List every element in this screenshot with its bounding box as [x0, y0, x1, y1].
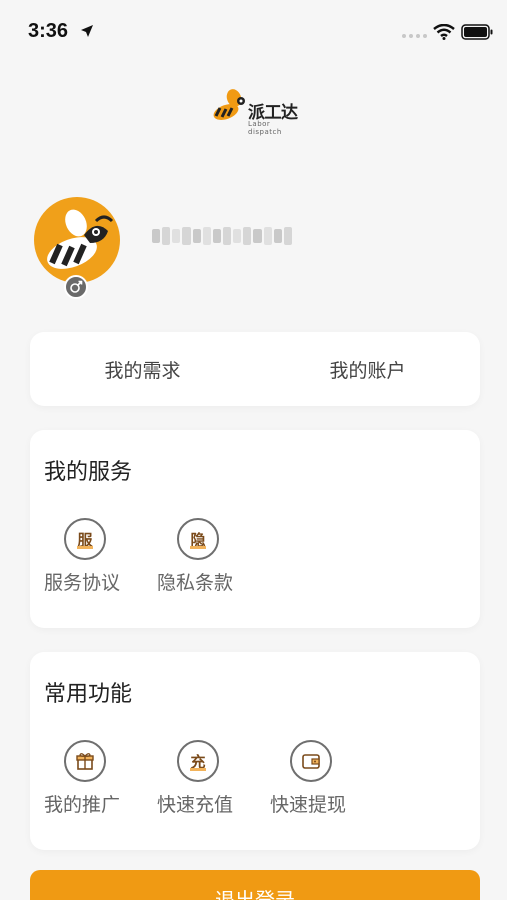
my-promotion-item[interactable]: 我的推广 [44, 740, 157, 817]
common-functions-title: 常用功能 [44, 682, 133, 707]
account-tabs-card: 我的需求 我的账户 [30, 332, 480, 406]
location-arrow-icon [81, 25, 93, 37]
tab-my-account[interactable]: 我的账户 [255, 332, 480, 406]
service-agreement-icon: 服 [64, 518, 106, 560]
gender-badge [64, 275, 88, 299]
services-card: 我的服务 服 服务协议 隐 隐私条款 [30, 430, 480, 628]
logout-button[interactable]: 退出登录 [30, 870, 480, 900]
privacy-policy-label: 隐私条款 [157, 572, 234, 594]
status-time: 3:36 [28, 20, 69, 42]
quick-recharge-item[interactable]: 充 快速充值 [157, 740, 270, 817]
privacy-policy-icon: 隐 [177, 518, 219, 560]
app-logo: 派工达 Labor dispatch [210, 84, 305, 136]
male-icon [70, 280, 83, 293]
logo-subtitle: Labor dispatch [248, 120, 282, 136]
bee-icon [47, 209, 114, 269]
services-title: 我的服务 [44, 460, 133, 485]
tab-my-demands[interactable]: 我的需求 [30, 332, 255, 406]
phone-number-masked [152, 225, 292, 247]
battery-icon [461, 24, 493, 40]
quick-withdraw-item[interactable]: 快速提现 [270, 740, 383, 817]
service-agreement-label: 服务协议 [44, 572, 121, 594]
wifi-icon [433, 24, 455, 40]
wallet-icon [290, 740, 332, 782]
recharge-icon: 充 [177, 740, 219, 782]
common-functions-card: 常用功能 我的推广 充 快速充值 快速提现 [30, 652, 480, 850]
bee-logo-icon [213, 89, 245, 120]
quick-recharge-label: 快速充值 [157, 794, 234, 816]
signal-icon [402, 34, 427, 38]
gift-icon [64, 740, 106, 782]
avatar[interactable] [34, 197, 120, 283]
my-promotion-label: 我的推广 [44, 794, 121, 816]
status-bar: 3:36 [0, 0, 507, 60]
service-agreement-item[interactable]: 服 服务协议 [44, 518, 157, 595]
quick-withdraw-label: 快速提现 [270, 794, 347, 816]
privacy-policy-item[interactable]: 隐 隐私条款 [157, 518, 270, 595]
